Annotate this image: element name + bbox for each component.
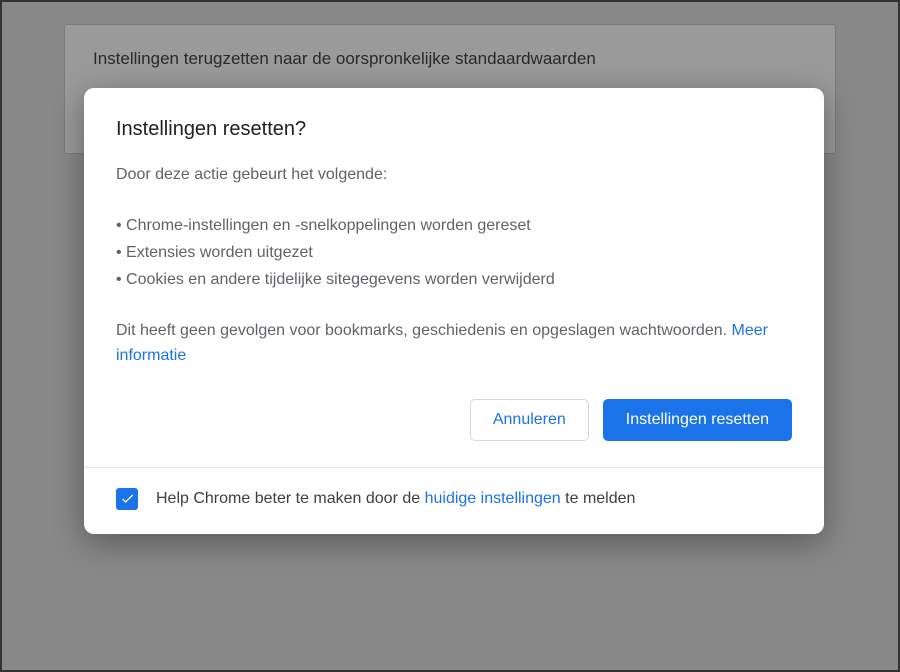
footer-text-before: Help Chrome beter te maken door de — [156, 490, 425, 507]
dialog-actions: Annuleren Instellingen resetten — [116, 399, 792, 441]
dialog-intro: Door deze actie gebeurt het volgende: — [116, 163, 792, 188]
bullet-item: Extensies worden uitgezet — [116, 239, 792, 266]
dialog-footer: Help Chrome beter te maken door de huidi… — [84, 467, 824, 534]
dialog-body: Instellingen resetten? Door deze actie g… — [84, 88, 824, 467]
bullet-item: Cookies en andere tijdelijke sitegegeven… — [116, 266, 792, 293]
confirm-reset-button[interactable]: Instellingen resetten — [603, 399, 792, 441]
check-icon — [120, 491, 135, 506]
dialog-note: Dit heeft geen gevolgen voor bookmarks, … — [116, 319, 792, 369]
cancel-button[interactable]: Annuleren — [470, 399, 589, 441]
banner-title: Instellingen terugzetten naar de oorspro… — [93, 49, 807, 69]
dialog-title: Instellingen resetten? — [116, 118, 792, 141]
report-checkbox[interactable] — [116, 488, 138, 510]
note-text: Dit heeft geen gevolgen voor bookmarks, … — [116, 322, 732, 339]
bullet-item: Chrome-instellingen en -snelkoppelingen … — [116, 212, 792, 239]
dialog-bullet-list: Chrome-instellingen en -snelkoppelingen … — [116, 212, 792, 294]
reset-settings-dialog: Instellingen resetten? Door deze actie g… — [84, 88, 824, 534]
footer-text-after: te melden — [561, 490, 636, 507]
current-settings-link[interactable]: huidige instellingen — [425, 490, 561, 507]
footer-label: Help Chrome beter te maken door de huidi… — [156, 490, 635, 508]
